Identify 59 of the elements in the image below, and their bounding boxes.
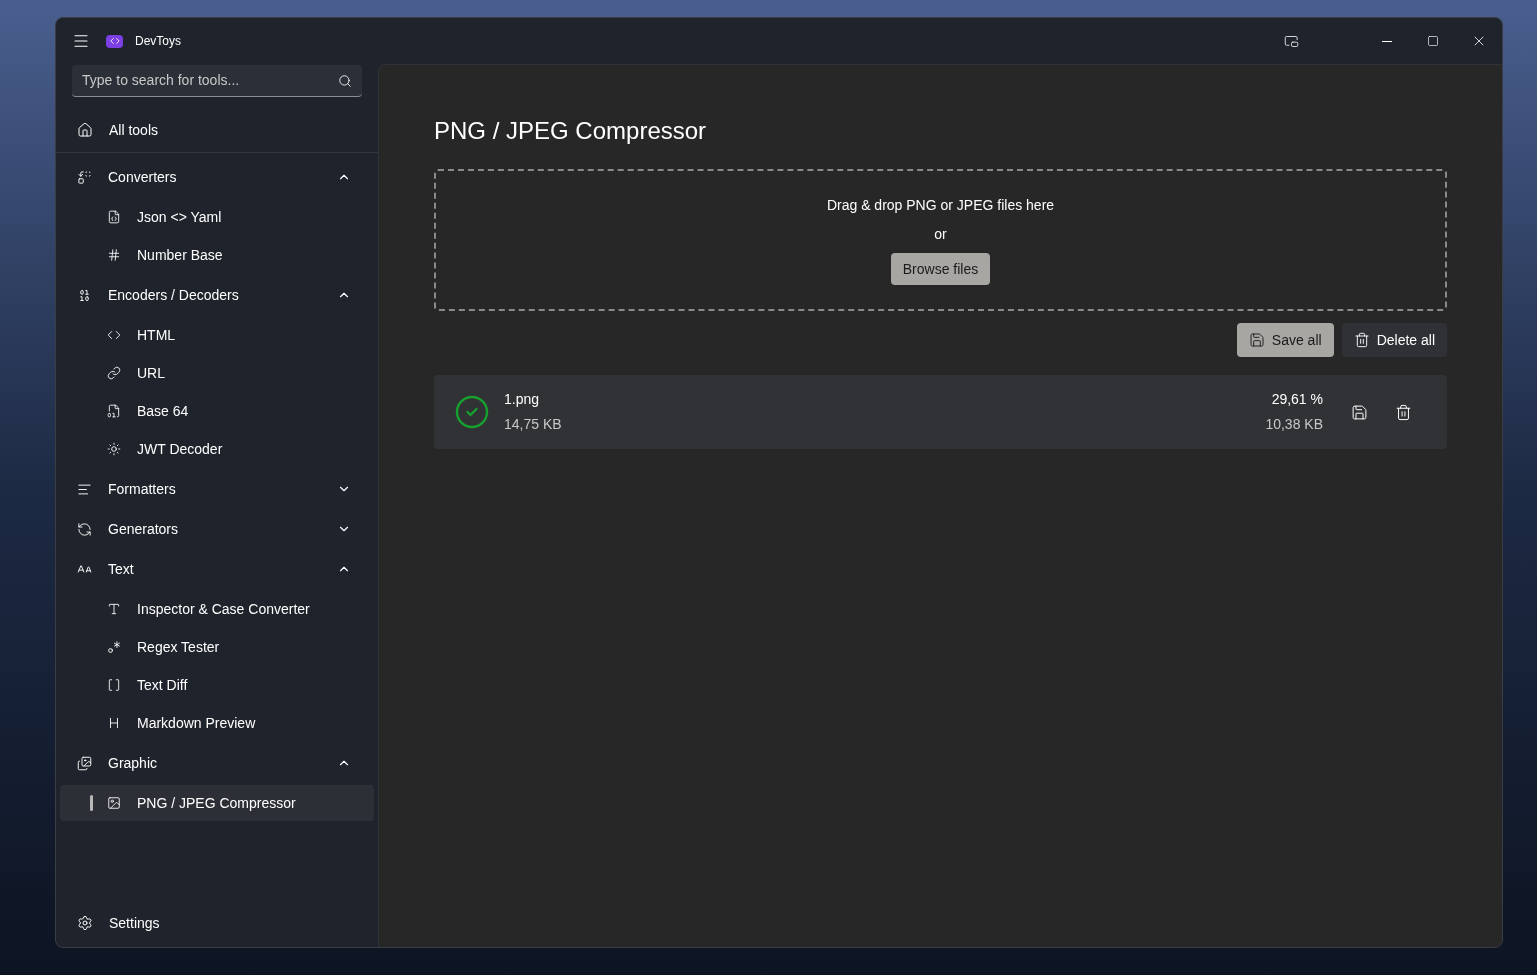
sun-icon xyxy=(107,442,121,456)
search-field[interactable]: Type to search for tools... xyxy=(72,65,362,97)
nav-item[interactable]: PNG / JPEG Compressor xyxy=(60,785,374,821)
search-icon xyxy=(338,73,352,88)
drop-hint: Drag & drop PNG or JPEG files here xyxy=(826,196,1055,215)
nav-item[interactable]: Settings xyxy=(60,903,374,943)
nav-group[interactable]: Generators xyxy=(60,509,374,549)
trash-icon xyxy=(1394,403,1412,421)
nav-item[interactable]: Number Base xyxy=(60,237,374,273)
link-icon xyxy=(107,366,121,380)
nav-item[interactable]: Regex Tester xyxy=(60,629,374,665)
brackets-icon xyxy=(107,678,121,692)
code-icon xyxy=(107,328,121,342)
nav-item[interactable]: HTML xyxy=(60,317,374,353)
nav-group[interactable]: Graphic xyxy=(60,743,374,783)
file-icon xyxy=(107,210,121,224)
trash-icon xyxy=(1353,332,1370,348)
search-input[interactable]: Type to search for tools... xyxy=(82,70,338,91)
image-icon xyxy=(107,796,121,810)
or-label: or xyxy=(934,225,947,244)
browse-files-button[interactable]: Browse files xyxy=(890,253,991,285)
nav-group[interactable]: Formatters xyxy=(60,469,374,509)
nav-group[interactable]: Converters xyxy=(60,157,374,197)
original-size: 14,75 KB xyxy=(504,415,563,434)
minimize-icon xyxy=(1382,40,1392,42)
file-name: 1.png xyxy=(504,390,541,409)
app-logo-icon xyxy=(106,34,123,48)
maximize-icon xyxy=(1427,35,1439,47)
nav-item[interactable]: All tools xyxy=(60,110,374,150)
heading-icon xyxy=(107,716,121,730)
drop-zone[interactable]: Drag & drop PNG or JPEG files here or Browse files xyxy=(434,169,1447,311)
binary-icon xyxy=(77,287,92,303)
images-icon xyxy=(77,755,92,771)
hash-icon xyxy=(107,248,121,262)
page-title: PNG / JPEG Compressor xyxy=(434,116,708,146)
save-all-button[interactable]: Save all xyxy=(1236,323,1334,357)
compression-ratio: 29,61 % xyxy=(1271,390,1323,409)
nav-group[interactable]: Encoders / Decoders xyxy=(60,275,374,315)
menu-icon xyxy=(72,32,90,50)
regex-icon xyxy=(107,640,121,654)
nav-group[interactable]: Text xyxy=(60,549,374,589)
nav-item[interactable]: Base 64 xyxy=(60,393,374,429)
refresh-icon xyxy=(77,521,92,537)
settings-icon xyxy=(77,915,93,931)
nav-item[interactable]: JWT Decoder xyxy=(60,431,374,467)
compact-overlay-icon xyxy=(1283,33,1299,49)
new-size: 10,38 KB xyxy=(1265,415,1323,434)
file-digit-icon xyxy=(107,404,121,418)
nav-item[interactable]: Text Diff xyxy=(60,667,374,703)
window-title: DevToys xyxy=(135,33,181,50)
type-icon xyxy=(107,602,121,616)
delete-all-button[interactable]: Delete all xyxy=(1341,323,1447,357)
nav-item[interactable]: Markdown Preview xyxy=(60,705,374,741)
nav-item[interactable]: Inspector & Case Converter xyxy=(60,591,374,627)
home-icon xyxy=(77,122,93,138)
lines-icon xyxy=(77,481,92,497)
nav-item[interactable]: URL xyxy=(60,355,374,391)
nav-item[interactable]: Json <> Yaml xyxy=(60,199,374,235)
replace-icon xyxy=(77,169,92,185)
